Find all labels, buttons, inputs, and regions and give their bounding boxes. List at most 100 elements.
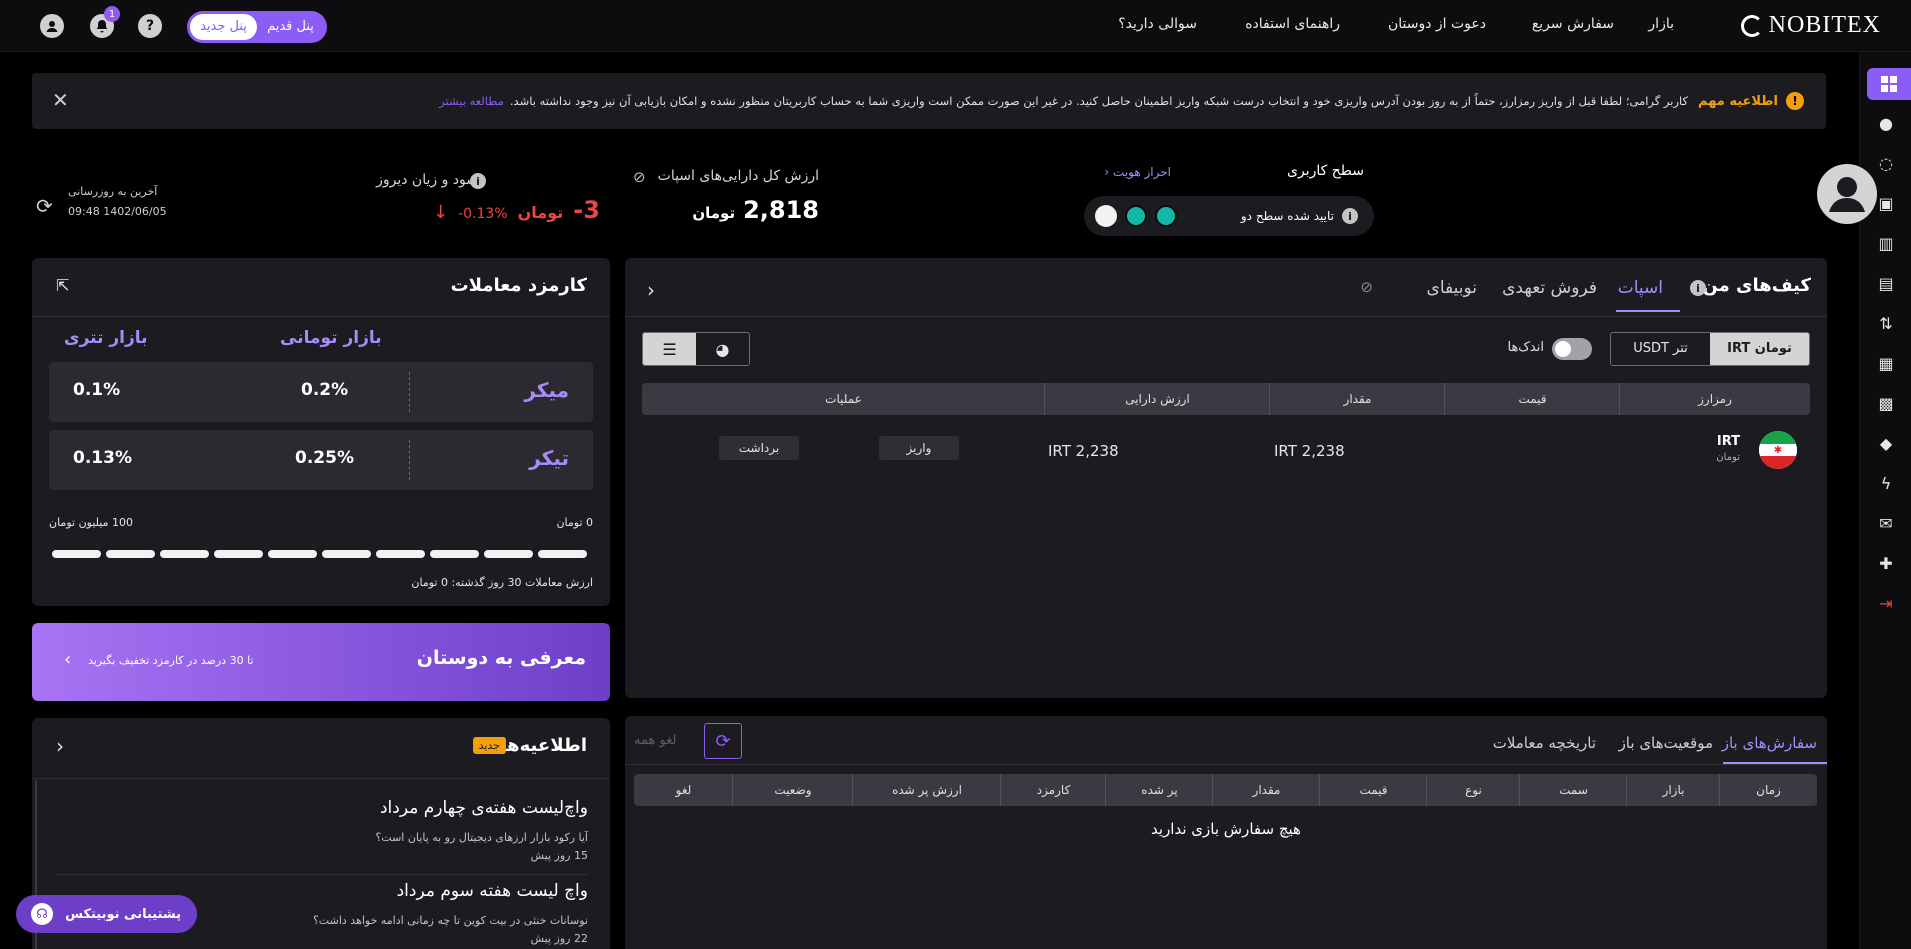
level-dot-2 — [1124, 205, 1147, 227]
chevron-left-icon[interactable]: › — [647, 278, 655, 302]
panel-old-option[interactable]: پنل قدیم — [257, 14, 324, 40]
toggle-knob — [1555, 341, 1571, 357]
pie-chart-icon[interactable]: ◕ — [696, 333, 749, 365]
toman-market-label: بازار تومانی — [280, 328, 382, 348]
withdraw-button[interactable]: برداشت — [719, 436, 799, 460]
referral-banner[interactable]: معرفی به دوستان تا 30 درصد در کارمزد تخف… — [32, 623, 610, 701]
coins-icon[interactable]: ● — [1875, 112, 1897, 134]
dashboard-icon[interactable] — [1867, 68, 1911, 100]
col-amount: مقدار — [1252, 783, 1281, 797]
lightning-icon[interactable]: ϟ — [1875, 472, 1897, 494]
col-asset-value: ارزش دارایی — [1125, 392, 1190, 406]
new-badge: جدید — [472, 737, 506, 754]
tab-margin[interactable]: فروش تعهدی — [1502, 278, 1597, 298]
no-orders-message: هیچ سفارش بازی ندارید — [1151, 820, 1301, 838]
news-item-title[interactable]: واچ لیست هفته سوم مرداد — [397, 881, 588, 901]
nav-faq[interactable]: سوالی دارید؟ — [1118, 16, 1197, 32]
panel-switch[interactable]: پنل قدیم پنل جدید — [187, 11, 327, 43]
col-filled: پر شده — [1141, 783, 1178, 797]
pnl-info-icon[interactable]: i — [470, 173, 486, 189]
wallet-title: کیف‌های من — [1702, 275, 1811, 296]
currency-name: تومان — [1716, 452, 1740, 463]
tab-open-positions[interactable]: موقعیت‌های باز — [1619, 734, 1713, 752]
small-balances-toggle[interactable] — [1552, 338, 1592, 360]
cancel-all-button[interactable]: لغو همه — [634, 733, 676, 748]
fees-title: کارمزد معاملات — [450, 275, 587, 296]
level-dots — [1094, 205, 1177, 227]
wallet-info-icon[interactable]: i — [1690, 280, 1706, 296]
level-dot-3 — [1094, 205, 1117, 227]
deposit-button[interactable]: واریز — [879, 436, 959, 460]
panel-new-option[interactable]: پنل جدید — [190, 14, 257, 40]
taker-tether-fee: 0.13% — [73, 448, 132, 468]
nav-guide[interactable]: راهنمای استفاده — [1245, 16, 1340, 32]
currency-switch[interactable]: تومان IRT تتر USDT — [1610, 332, 1810, 366]
progress-segment — [376, 550, 425, 558]
notice-text: کاربر گرامی؛ لطفا قبل از واریز رمزارز، ح… — [509, 94, 1688, 108]
currency-symbol: IRT — [1716, 434, 1740, 449]
notice-title: اطلاعیه مهم — [1698, 93, 1778, 109]
support-button[interactable]: پشتیبانی نوبیتکس ☊ — [16, 895, 197, 933]
news-item-divider — [56, 874, 588, 875]
profile-icon[interactable] — [40, 14, 64, 38]
taker-toman-fee: 0.25% — [295, 448, 354, 468]
hide-wallet-icon[interactable]: ⊘ — [1360, 278, 1373, 296]
logout-icon[interactable]: ⇥ — [1875, 592, 1897, 614]
chart-icon[interactable]: ▥ — [1875, 232, 1897, 254]
table-row: ✱ IRT تومان IRT 2,238 IRT 2,238 واریز بر… — [625, 428, 1827, 478]
mail-icon[interactable]: ✉ — [1875, 512, 1897, 534]
col-amount: مقدار — [1343, 392, 1372, 406]
asset-value: IRT 2,238 — [1048, 442, 1119, 460]
wallet-divider — [625, 316, 1827, 317]
col-market: بازار — [1662, 783, 1685, 797]
id-card-icon[interactable]: ▦ — [1875, 352, 1897, 374]
currency-irt[interactable]: تومان IRT — [1710, 333, 1809, 365]
notice-read-more[interactable]: مطالعه بیشتر — [439, 94, 504, 108]
info-icon: i — [1342, 208, 1358, 224]
tab-spot[interactable]: اسپات — [1618, 278, 1663, 298]
spot-value-label: ارزش کل دارایی‌های اسپات — [657, 168, 819, 184]
chevron-right-icon[interactable]: › — [56, 734, 64, 758]
col-cancel: لغو — [675, 783, 692, 797]
orders-table-header: زمان بازار سمت نوع قیمت مقدار پر شده کار… — [634, 774, 1817, 806]
nobitex-logo[interactable]: NOBITEX — [1740, 12, 1881, 39]
wallet-table-header: رمزارز قیمت مقدار ارزش دارایی عملیات — [642, 383, 1810, 415]
wallet-icon[interactable]: ▣ — [1875, 192, 1897, 214]
progress-segment — [538, 550, 587, 558]
close-icon[interactable]: ✕ — [52, 88, 69, 112]
news-item-title[interactable]: واچ‌لیست هفته‌ی چهارم مرداد — [380, 798, 588, 818]
progress-segment — [214, 550, 263, 558]
col-currency: رمزارز — [1698, 392, 1732, 406]
add-user-icon[interactable]: ✚ — [1875, 552, 1897, 574]
exchange-icon[interactable]: ◌ — [1875, 152, 1897, 174]
amount-value: IRT 2,238 — [1274, 442, 1345, 460]
nav-market[interactable]: بازار — [1648, 16, 1674, 32]
progress-segment — [322, 550, 371, 558]
clipboard-icon[interactable]: ▤ — [1875, 272, 1897, 294]
user-level-label: سطح کاربری — [1287, 163, 1364, 179]
fee-range-min: 0 تومان — [556, 516, 593, 529]
nav-quick-order[interactable]: سفارش سریع — [1532, 16, 1614, 32]
refresh-orders-icon[interactable]: ⟳ — [704, 723, 742, 759]
refresh-icon[interactable]: ⟳ — [36, 194, 53, 218]
col-side: سمت — [1559, 783, 1588, 797]
col-filled-value: ارزش پر شده — [892, 783, 962, 797]
tab-open-orders[interactable]: سفارش‌های باز — [1722, 734, 1817, 752]
hide-balance-icon[interactable]: ⊘ — [633, 168, 646, 186]
tab-nobify[interactable]: نوبیفای — [1427, 278, 1477, 298]
calendar-icon[interactable]: ▩ — [1875, 392, 1897, 414]
shield-icon[interactable]: ◆ — [1875, 432, 1897, 454]
expand-icon[interactable]: ⇱ — [56, 276, 69, 295]
verify-link[interactable]: احراز هویت ‹ — [1104, 165, 1171, 179]
convert-icon[interactable]: ⇅ — [1875, 312, 1897, 334]
list-icon[interactable]: ☰ — [643, 333, 696, 365]
tab-trade-history[interactable]: تاریخچه معاملات — [1493, 734, 1596, 752]
col-time: زمان — [1756, 783, 1781, 797]
view-switch[interactable]: ☰ ◕ — [642, 332, 750, 366]
last-update-label: آخرین به روزرسانی — [68, 185, 158, 198]
help-icon[interactable]: ? — [138, 14, 162, 38]
level-status-text: تایید شده سطح دو — [1240, 209, 1334, 223]
nav-invite-friends[interactable]: دعوت از دوستان — [1388, 16, 1486, 32]
currency-usdt[interactable]: تتر USDT — [1611, 333, 1710, 365]
taker-label: تیکر — [529, 446, 569, 470]
